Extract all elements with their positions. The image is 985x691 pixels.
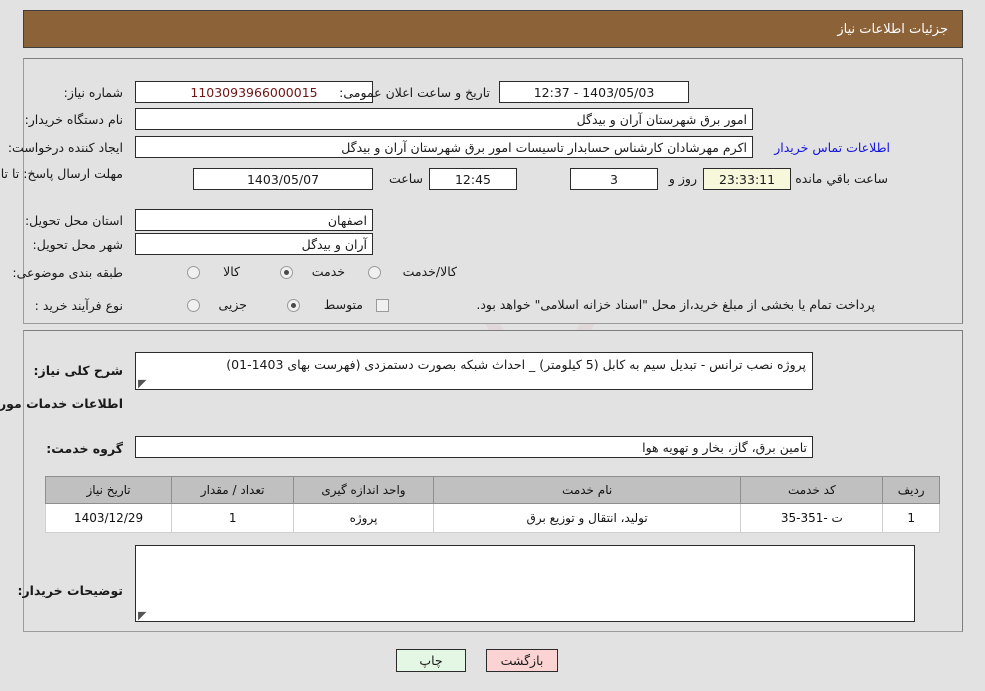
col-service-code: کد خدمت	[740, 476, 884, 504]
services-table: ردیف کد خدمت نام خدمت واحد اندازه گیری ت…	[44, 476, 940, 533]
page-title-bar: جزئیات اطلاعات نیاز	[23, 10, 963, 48]
cell-row-no: 1	[882, 503, 940, 533]
cell-unit: پروژه	[293, 503, 434, 533]
radio-category-kala-label: کالا	[223, 264, 240, 279]
radio-process-jozei-label: جزیی	[218, 297, 247, 312]
city-value: آران و بیدگل	[135, 233, 373, 255]
back-button[interactable]: بازگشت	[486, 649, 558, 672]
cell-quantity: 1	[171, 503, 295, 533]
buyer-notes-textarea[interactable]: ◥	[135, 545, 915, 622]
creator-label: ایجاد کننده درخواست:	[7, 140, 123, 155]
radio-process-motevaset[interactable]	[287, 299, 300, 312]
announce-datetime-value: 1403/05/03 - 12:37	[499, 81, 689, 103]
buyer-notes-label: توضیحات خریدار:	[17, 583, 123, 598]
buyer-org-value: امور برق شهرستان آران و بیدگل	[135, 108, 753, 130]
col-need-date: تاریخ نیاز	[44, 476, 173, 504]
buyer-contact-link[interactable]: اطلاعات تماس خریدار	[774, 140, 890, 155]
cell-need-date: 1403/12/29	[44, 503, 173, 533]
treasury-bonds-checkbox[interactable]	[376, 299, 389, 312]
cell-service-name: تولید، انتقال و توزیع برق	[432, 503, 742, 533]
col-row-no: ردیف	[882, 476, 940, 504]
radio-process-jozei[interactable]	[187, 299, 200, 312]
deadline-label: مهلت ارسال پاسخ: تا تاریخ:	[0, 166, 123, 181]
print-button[interactable]: چاپ	[396, 649, 466, 672]
countdown-suffix-label: ساعت باقي مانده	[795, 171, 888, 186]
col-quantity: تعداد / مقدار	[171, 476, 295, 504]
buyer-org-label: نام دستگاه خریدار:	[24, 112, 123, 127]
countdown-value: 23:33:11	[703, 168, 791, 190]
treasury-bonds-label: پرداخت تمام یا بخشی از مبلغ خرید،از محل …	[476, 297, 875, 312]
resize-grip-icon[interactable]: ◥	[138, 608, 150, 621]
creator-value: اکرم مهرشادان کارشناس حسابدار تاسیسات ام…	[135, 136, 753, 158]
general-desc-label: شرح کلی نیاز:	[33, 363, 123, 378]
days-suffix-label: روز و	[668, 171, 697, 186]
days-remaining-value: 3	[570, 168, 658, 190]
service-group-value: تامین برق، گاز، بخار و تهویه هوا	[135, 436, 813, 458]
page-root: AriaTender.net جزئیات اطلاعات نیاز شماره…	[0, 0, 985, 691]
need-number-value: 1103093966000015	[135, 81, 373, 103]
page-title: جزئیات اطلاعات نیاز	[837, 21, 948, 37]
radio-category-kala-khedmat-label: کالا/خدمت	[402, 264, 457, 279]
deadline-time-value: 12:45	[429, 168, 517, 190]
category-label: طبقه بندی موضوعی:	[12, 265, 123, 280]
need-number-label: شماره نیاز:	[63, 85, 123, 100]
radio-category-khedmat-label: خدمت	[311, 264, 345, 279]
general-desc-value: پروژه نصب ترانس - تبدیل سیم به کابل (5 ک…	[226, 357, 806, 372]
deadline-date-value: 1403/05/07	[193, 168, 373, 190]
radio-category-kala-khedmat[interactable]	[368, 266, 381, 279]
announce-datetime-label: تاریخ و ساعت اعلان عمومی:	[339, 85, 490, 100]
resize-grip-icon[interactable]: ◥	[138, 376, 150, 389]
table-header-row: ردیف کد خدمت نام خدمت واحد اندازه گیری ت…	[44, 476, 940, 504]
city-label: شهر محل تحویل:	[32, 237, 123, 252]
table-row[interactable]: 1 ت -351-35 تولید، انتقال و توزیع برق پر…	[44, 503, 940, 533]
radio-category-khedmat[interactable]	[280, 266, 293, 279]
col-unit: واحد اندازه گیری	[293, 476, 434, 504]
general-desc-textarea[interactable]: پروژه نصب ترانس - تبدیل سیم به کابل (5 ک…	[135, 352, 813, 390]
cell-service-code: ت -351-35	[740, 503, 884, 533]
deadline-time-label: ساعت	[388, 171, 423, 186]
col-service-name: نام خدمت	[432, 476, 742, 504]
process-type-label: نوع فرآیند خرید :	[34, 298, 123, 313]
province-label: استان محل تحویل:	[24, 213, 123, 228]
radio-process-motevaset-label: متوسط	[323, 297, 363, 312]
services-section-title: اطلاعات خدمات مورد نیاز	[0, 396, 123, 411]
province-value: اصفهان	[135, 209, 373, 231]
radio-category-kala[interactable]	[187, 266, 200, 279]
service-group-label: گروه خدمت:	[46, 441, 123, 456]
